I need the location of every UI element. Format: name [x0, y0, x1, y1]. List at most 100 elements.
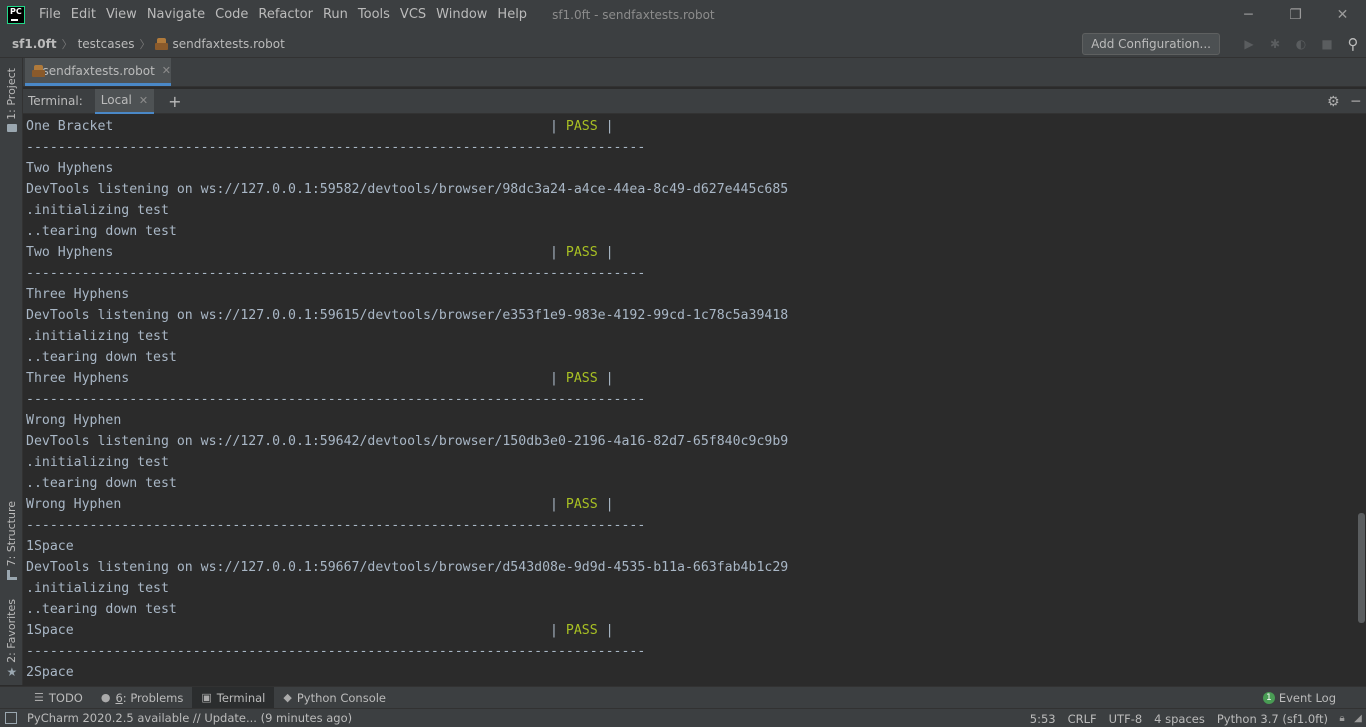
breadcrumb-separator: 〉	[61, 37, 73, 51]
menu-view[interactable]: View	[101, 0, 142, 30]
problems-tool-button[interactable]: ● 6 : Problems	[92, 687, 192, 708]
terminal-line: ..tearing down test	[26, 350, 177, 365]
terminal-line: Three Hyphens	[26, 287, 130, 302]
terminal-line: .initializing test	[26, 329, 169, 344]
terminal-line: ----------------------------------------…	[26, 644, 646, 659]
terminal-line: 1Space	[26, 539, 74, 554]
hide-panel-icon[interactable]: ─	[1352, 94, 1360, 110]
toggle-tool-windows-icon[interactable]	[5, 712, 17, 724]
stop-icon[interactable]: ■	[1314, 30, 1340, 58]
pass-status: PASS	[565, 245, 598, 260]
menu-navigate[interactable]: Navigate	[142, 0, 210, 30]
menu-code[interactable]: Code	[210, 0, 253, 30]
terminal-title: Terminal:	[28, 94, 83, 108]
structure-tool-tab[interactable]: 7: Structure	[0, 501, 23, 581]
memory-icon: ◢	[1354, 713, 1362, 724]
problems-number: 6	[115, 690, 123, 705]
menu-vcs[interactable]: VCS	[395, 0, 431, 30]
python-console-tool-button[interactable]: ◆ Python Console	[274, 687, 395, 708]
terminal-line: DevTools listening on ws://127.0.0.1:596…	[26, 434, 789, 449]
terminal-actions: ⚙ ─	[1315, 89, 1360, 114]
terminal-line: One Bracket | PASS |	[26, 119, 614, 134]
terminal-tab-local[interactable]: Local ✕	[94, 88, 155, 114]
close-terminal-tab-icon[interactable]: ✕	[139, 94, 148, 107]
terminal-line: ----------------------------------------…	[26, 518, 646, 533]
menu-refactor[interactable]: Refactor	[253, 0, 318, 30]
line-separator[interactable]: CRLF	[1062, 712, 1103, 726]
terminal-header: Terminal: Local ✕ + ⚙ ─	[23, 88, 1366, 114]
navigation-bar: sf1.0ft 〉 testcases 〉 sendfaxtests.robot…	[0, 30, 1366, 58]
robot-file-icon	[32, 64, 45, 77]
bottom-tool-bar: ☰ TODO ● 6 : Problems ▣ Terminal ◆ Pytho…	[0, 686, 1366, 708]
coverage-icon[interactable]: ◐	[1288, 30, 1314, 58]
problems-label: : Problems	[122, 690, 184, 705]
restore-button[interactable]: ❐	[1272, 0, 1319, 30]
project-tool-tab[interactable]: 1: Project	[0, 68, 23, 132]
terminal-line: ..tearing down test	[26, 476, 177, 491]
debug-icon[interactable]: ✱	[1262, 30, 1288, 58]
terminal-tab-label: Local	[100, 93, 132, 107]
new-terminal-icon[interactable]: +	[168, 92, 181, 111]
breadcrumb-file-label: sendfaxtests.robot	[172, 36, 285, 51]
pycharm-logo-icon: PC	[7, 6, 25, 24]
pass-status: PASS	[565, 623, 598, 638]
left-tool-strip: 1: Project 7: Structure 2: Favorites ★	[0, 58, 23, 685]
favorites-tool-tab[interactable]: 2: Favorites ★	[0, 599, 23, 678]
title-bar: PC File Edit View Navigate Code Refactor…	[0, 0, 1366, 30]
terminal-line: Two Hyphens	[26, 161, 114, 176]
terminal-line: .initializing test	[26, 455, 169, 470]
breadcrumb-folder[interactable]: testcases	[78, 37, 135, 51]
menu-window[interactable]: Window	[431, 0, 492, 30]
menu-help[interactable]: Help	[492, 0, 532, 30]
python-console-label: Python Console	[296, 690, 386, 705]
pass-status: PASS	[565, 497, 598, 512]
event-log-button[interactable]: 1 Event Log	[1262, 687, 1336, 708]
todo-tool-button[interactable]: ☰ TODO	[25, 687, 92, 708]
terminal-line: DevTools listening on ws://127.0.0.1:596…	[26, 560, 789, 575]
editor-tab-bar: sendfaxtests.robot ✕	[23, 58, 1366, 87]
caret-position[interactable]: 5:53	[1024, 712, 1062, 726]
terminal-line: ----------------------------------------…	[26, 140, 646, 155]
lock-icon[interactable]: 🔒︎	[1334, 709, 1350, 727]
terminal-output[interactable]: One Bracket | PASS | --------------------…	[23, 115, 1356, 685]
editor-tab-sendfaxtests[interactable]: sendfaxtests.robot ✕	[25, 58, 171, 86]
breadcrumb-separator: 〉	[139, 37, 151, 51]
logo-text: PC	[10, 7, 22, 16]
terminal-line: 2Space	[26, 665, 74, 680]
menu-file[interactable]: File	[34, 0, 66, 30]
terminal-icon: ▣	[201, 691, 212, 704]
terminal-line: ..tearing down test	[26, 224, 177, 239]
editor-tab-label: sendfaxtests.robot	[42, 63, 155, 78]
terminal-line: Wrong Hyphen | PASS |	[26, 497, 614, 512]
window-controls: ─ ❐ ✕	[1225, 0, 1366, 30]
python-interpreter[interactable]: Python 3.7 (sf1.0ft)	[1211, 712, 1334, 726]
terminal-line: DevTools listening on ws://127.0.0.1:595…	[26, 182, 789, 197]
todo-label: TODO	[48, 690, 83, 705]
gear-icon[interactable]: ⚙	[1327, 94, 1340, 110]
close-button[interactable]: ✕	[1319, 0, 1366, 30]
pass-status: PASS	[565, 119, 598, 134]
terminal-tool-button[interactable]: ▣ Terminal	[192, 687, 275, 708]
minimize-button[interactable]: ─	[1225, 0, 1272, 30]
window-title: sf1.0ft - sendfaxtests.robot	[552, 8, 715, 22]
run-icon[interactable]: ▶	[1236, 30, 1262, 58]
robot-file-icon	[155, 37, 169, 50]
status-bar: PyCharm 2020.2.5 available // Update... …	[0, 708, 1366, 727]
add-configuration-button[interactable]: Add Configuration...	[1082, 33, 1220, 55]
file-encoding[interactable]: UTF-8	[1103, 712, 1149, 726]
terminal-scrollbar[interactable]	[1356, 115, 1366, 685]
menu-edit[interactable]: Edit	[66, 0, 101, 30]
menu-tools[interactable]: Tools	[353, 0, 395, 30]
breadcrumb-project[interactable]: sf1.0ft	[12, 37, 57, 51]
search-icon[interactable]: ⚲	[1340, 30, 1366, 58]
python-icon: ◆	[283, 691, 292, 704]
run-toolbar: ▶ ✱ ◐ ■ ⚲	[1236, 30, 1366, 58]
status-message[interactable]: PyCharm 2020.2.5 available // Update... …	[27, 711, 352, 725]
breadcrumb-file[interactable]: sendfaxtests.robot	[155, 36, 285, 51]
indent-setting[interactable]: 4 spaces	[1148, 712, 1211, 726]
close-tab-icon[interactable]: ✕	[162, 64, 171, 77]
event-count-badge: 1	[1262, 691, 1275, 704]
menu-run[interactable]: Run	[318, 0, 353, 30]
scrollbar-thumb[interactable]	[1358, 513, 1365, 623]
problems-icon: ●	[100, 691, 111, 704]
